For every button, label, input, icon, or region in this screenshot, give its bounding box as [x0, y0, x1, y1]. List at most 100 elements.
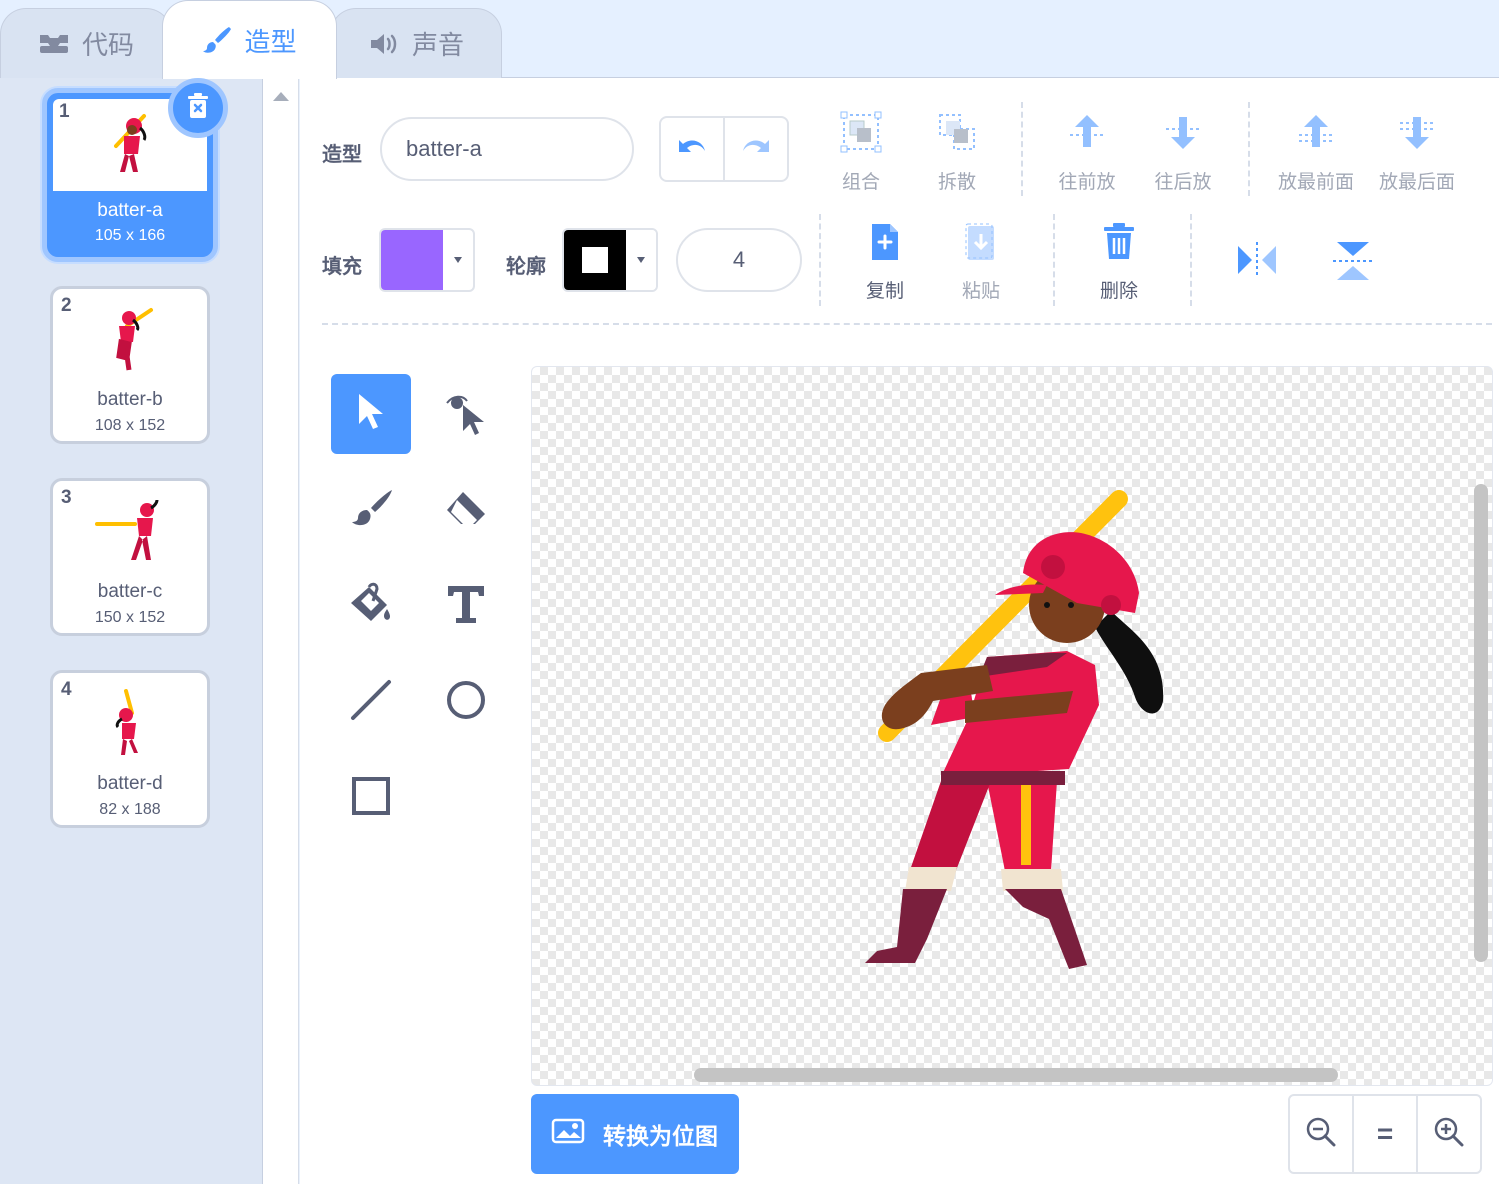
back-button[interactable]: 放最后面	[1362, 111, 1472, 194]
costume-thumbnail	[57, 293, 203, 385]
costume-name: batter-c	[97, 581, 163, 602]
flip-horizontal-icon	[1234, 242, 1280, 284]
group-label: 组合	[841, 172, 880, 193]
brush-icon	[202, 25, 232, 55]
code-icon	[38, 33, 70, 55]
line-tool[interactable]	[331, 662, 411, 742]
fill-color-picker[interactable]	[379, 228, 475, 292]
chevron-down-icon	[626, 230, 656, 290]
costume-size: 105 x 166	[94, 227, 166, 244]
group-icon	[840, 111, 882, 159]
line-icon	[349, 678, 393, 727]
tab-code[interactable]: 代码	[0, 8, 172, 78]
costume-size: 108 x 152	[94, 417, 166, 434]
tab-costumes-label: 造型	[244, 26, 297, 57]
front-button[interactable]: 放最前面	[1261, 111, 1371, 194]
ungroup-icon	[936, 111, 978, 159]
forward-button[interactable]: 往前放	[1032, 111, 1142, 194]
tab-sounds[interactable]: 声音	[330, 8, 502, 78]
outline-color-picker[interactable]	[562, 228, 658, 292]
fill-color-swatch	[381, 230, 443, 290]
arrow-up-icon	[1066, 111, 1108, 159]
flip-vertical-icon	[1331, 242, 1375, 288]
zoom-out-button[interactable]	[1290, 1096, 1352, 1172]
zoom-in-button[interactable]	[1416, 1096, 1480, 1172]
toolbar-divider	[1248, 102, 1250, 196]
speaker-icon	[368, 31, 400, 57]
text-tool[interactable]	[426, 566, 506, 646]
costume-item-2[interactable]: 2 batter-b 108 x 152	[50, 286, 210, 444]
fill-tool[interactable]	[331, 566, 411, 646]
tab-costumes[interactable]: 造型	[162, 0, 337, 79]
ungroup-button[interactable]: 拆散	[902, 111, 1012, 194]
convert-to-bitmap-label: 转换为位图	[603, 1123, 718, 1149]
copy-label: 复制	[865, 281, 904, 302]
rectangle-tool[interactable]	[331, 758, 411, 838]
flip-vertical-button[interactable]	[1331, 238, 1375, 289]
costume-name: batter-a	[97, 200, 163, 221]
paste-icon	[964, 222, 998, 268]
copy-icon	[868, 222, 902, 268]
rectangle-icon	[351, 776, 391, 821]
zoom-reset-button[interactable]: =	[1352, 1096, 1416, 1172]
toolbar-divider	[819, 214, 821, 306]
canvas-horizontal-scrollbar[interactable]	[694, 1068, 1338, 1082]
editor-tabs: 代码 造型 声音	[0, 0, 1499, 79]
costume-list-scrollbar[interactable]	[263, 78, 299, 1184]
outline-width-input[interactable]: 4	[676, 228, 802, 292]
outline-color-swatch	[564, 230, 626, 290]
costume-size: 150 x 152	[94, 609, 166, 626]
group-button[interactable]: 组合	[806, 111, 916, 194]
chevron-down-icon	[443, 230, 473, 290]
batter-sprite	[865, 490, 1164, 969]
costume-number: 1	[59, 101, 70, 122]
text-icon	[444, 582, 488, 631]
costume-name: batter-d	[97, 773, 163, 794]
costume-item-3[interactable]: 3 batter-c 150 x 152	[50, 478, 210, 636]
copy-button[interactable]: 复制	[830, 222, 940, 303]
toolbar-divider	[322, 323, 1492, 325]
toolbar-divider	[1021, 102, 1023, 196]
paste-label: 粘贴	[961, 281, 1000, 302]
undo-button[interactable]	[661, 118, 725, 180]
outline-label: 轮廓	[506, 256, 546, 278]
tab-code-label: 代码	[81, 30, 134, 60]
eraser-icon	[443, 488, 489, 533]
delete-button[interactable]: 删除	[1064, 222, 1174, 303]
zoom-out-icon	[1305, 1116, 1337, 1153]
paste-button[interactable]: 粘贴	[926, 222, 1036, 303]
front-label: 放最前面	[1277, 172, 1354, 193]
toolbar-divider	[1053, 214, 1055, 306]
reshape-tool[interactable]	[426, 374, 506, 454]
ungroup-label: 拆散	[937, 172, 976, 193]
circle-tool[interactable]	[426, 662, 506, 742]
scroll-up-arrow-icon[interactable]	[273, 92, 289, 101]
costume-name-input[interactable]: batter-a	[380, 117, 634, 181]
image-icon	[551, 1118, 585, 1150]
eraser-tool[interactable]	[426, 470, 506, 550]
costume-item-4[interactable]: 4 batter-d 82 x 188	[50, 670, 210, 828]
delete-costume-button[interactable]	[168, 78, 228, 138]
canvas-vertical-scrollbar[interactable]	[1474, 484, 1488, 962]
trash-icon	[186, 92, 210, 125]
flip-horizontal-button[interactable]	[1234, 240, 1280, 285]
tab-sounds-label: 声音	[411, 30, 464, 60]
costume-thumbnail	[57, 677, 203, 769]
undo-icon	[675, 136, 709, 163]
costume-number: 4	[61, 679, 72, 700]
paint-canvas[interactable]	[531, 366, 1493, 1086]
backward-label: 往后放	[1154, 172, 1212, 193]
undo-redo-group	[659, 116, 789, 182]
zoom-controls: =	[1288, 1094, 1482, 1174]
brush-tool[interactable]	[331, 470, 411, 550]
zoom-in-icon	[1433, 1116, 1465, 1153]
arrow-down-icon	[1162, 111, 1204, 159]
convert-to-bitmap-button[interactable]: 转换为位图	[531, 1094, 739, 1174]
redo-button[interactable]	[725, 118, 787, 180]
costume-thumbnail	[57, 485, 203, 577]
trash-icon	[1102, 222, 1136, 268]
brush-icon	[348, 488, 394, 533]
backward-button[interactable]: 往后放	[1128, 111, 1238, 194]
select-tool[interactable]	[331, 374, 411, 454]
back-label: 放最后面	[1378, 172, 1455, 193]
